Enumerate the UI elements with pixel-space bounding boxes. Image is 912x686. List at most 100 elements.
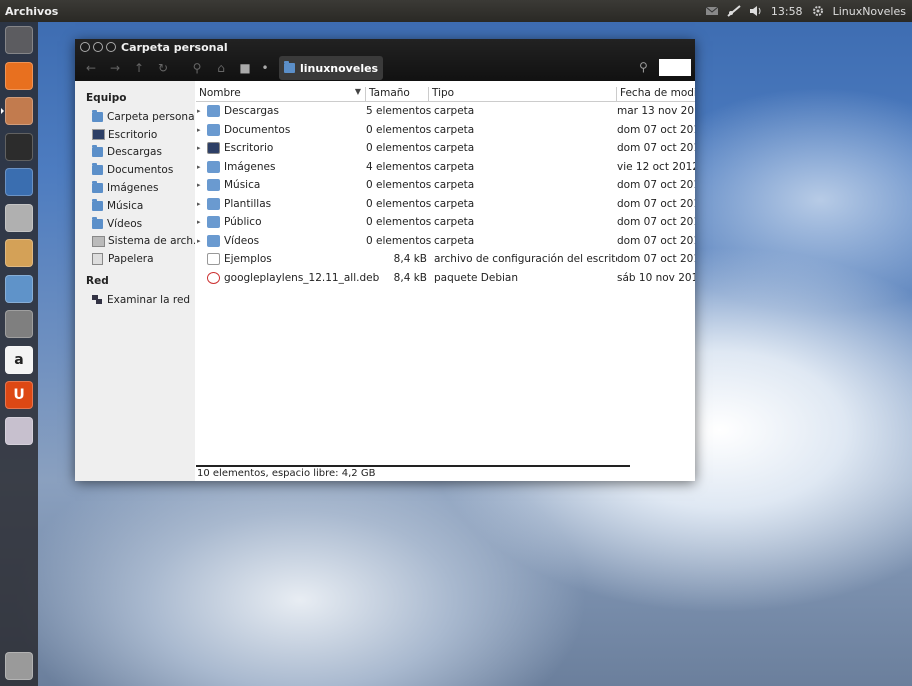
forward-arrow-icon[interactable]: → <box>107 60 123 76</box>
file-date: mar 13 nov 2012 <box>617 105 695 118</box>
file-size: 0 elementos <box>366 197 432 210</box>
file-size: 5 elementos <box>366 105 432 118</box>
file-type: carpeta <box>434 179 475 192</box>
title-bar[interactable]: Carpeta personal ← → ↑ ↻ ⚲ ⌂ ■ • linuxno… <box>75 39 695 81</box>
file-name: Escritorio <box>224 142 274 155</box>
terminal-icon[interactable] <box>5 132 33 161</box>
workspace-icon[interactable] <box>5 416 33 445</box>
sidebar-heading-red: Red <box>86 275 109 288</box>
sidebar-item-label: Examinar la red <box>107 294 191 307</box>
sidebar-item[interactable]: Papelera <box>75 250 195 268</box>
sidebar-item[interactable]: Música <box>75 197 195 215</box>
calculator-icon[interactable] <box>5 203 33 232</box>
expander-arrow-icon[interactable]: ▸ <box>197 200 205 208</box>
location-button[interactable]: linuxnoveles <box>279 56 384 80</box>
minimize-button[interactable] <box>93 42 103 52</box>
column-name[interactable]: Nombre ▼ <box>196 87 366 101</box>
file-name-cell: ▸ Plantillas <box>196 197 366 210</box>
expander-arrow-icon[interactable]: ▸ <box>197 237 205 245</box>
file-name: googleplaylens_12.11_all.deb <box>224 271 380 284</box>
file-size: 0 elementos <box>366 123 432 136</box>
bag-icon[interactable] <box>5 239 33 267</box>
sidebar-item[interactable]: Documentos <box>75 161 195 179</box>
clock[interactable]: 13:58 <box>771 5 803 18</box>
expander-arrow-icon[interactable]: ▸ <box>197 181 205 189</box>
file-row[interactable]: ▸ Plantillas 0 elementos carpeta dom 07 oct … <box>196 195 695 214</box>
column-date[interactable]: Fecha de modifi <box>617 87 695 101</box>
file-row[interactable]: ▸ Vídeos 0 elementoscarpeta dom 07 oct 2012 <box>196 232 695 251</box>
home-icon[interactable]: ⌂ <box>213 60 229 76</box>
gear-icon[interactable] <box>811 5 825 17</box>
file-row[interactable]: ▸ Documentos 0 elementos carpeta dom 07 oct … <box>196 121 695 140</box>
menu-dot-icon[interactable]: • <box>261 60 269 76</box>
app-menu-title[interactable]: Archivos <box>0 5 705 18</box>
sidebar-item-label: Música <box>107 199 144 212</box>
view-icon[interactable]: ■ <box>237 60 253 76</box>
column-type[interactable]: Tipo <box>429 87 617 101</box>
file-name: Plantillas <box>224 197 272 210</box>
sidebar-item-label: Sistema de arch... <box>108 235 195 248</box>
file-size: 4 elementos <box>366 160 432 173</box>
up-icon[interactable]: ↑ <box>131 60 147 76</box>
folder-icon <box>92 181 103 194</box>
file-date: dom 07 oct 2012 <box>617 197 695 210</box>
user-name[interactable]: LinuxNoveles <box>833 5 906 18</box>
sidebar-item-label: Documentos <box>107 164 174 177</box>
back-arrow-icon[interactable]: ← <box>83 60 99 76</box>
files-icon[interactable] <box>5 97 33 125</box>
file-name: Descargas <box>224 105 279 118</box>
file-date: dom 07 oct 2012 <box>617 216 695 229</box>
mail-icon[interactable] <box>705 5 719 17</box>
expander-arrow-icon[interactable]: ▸ <box>197 126 205 134</box>
close-button[interactable] <box>80 42 90 52</box>
file-row[interactable]: ▸ Público 0 elementoscarpeta dom 07 oct 201… <box>196 213 695 232</box>
folder-icon <box>207 123 220 136</box>
sidebar-item-label: Vídeos <box>107 217 143 230</box>
sidebar: Equipo Carpeta personal Escritorio Descarg… <box>75 81 195 481</box>
sidebar-item[interactable]: Vídeos <box>75 215 195 233</box>
sidebar-item[interactable]: Descargas <box>75 144 195 162</box>
file-row[interactable]: Ejemplos 8,4 kB archivo de configuración d… <box>196 250 695 269</box>
folder-home-icon <box>92 109 103 122</box>
file-row[interactable]: ▸ Imágenes 4 elementos carpeta vie 12 oct 20… <box>196 158 695 177</box>
file-row[interactable]: ▸ Música 0 elementoscarpeta dom 07 oct 2012 <box>196 176 695 195</box>
search-toggle-icon[interactable]: ⚲ <box>189 60 205 76</box>
search-input[interactable] <box>659 59 691 76</box>
file-row[interactable]: ▸ Escritorio 0 elementos carpeta dom 07 oct … <box>196 139 695 158</box>
text-editor-icon[interactable] <box>5 168 33 196</box>
cloud-icon[interactable] <box>5 274 33 303</box>
firefox-icon[interactable] <box>5 61 33 90</box>
folder-icon <box>92 163 103 176</box>
file-date: dom 07 oct 2012 <box>617 179 695 192</box>
expander-arrow-icon[interactable]: ▸ <box>197 218 205 226</box>
expander-arrow-icon[interactable]: ▸ <box>197 163 205 171</box>
file-date: dom 07 oct 2012 <box>617 253 695 266</box>
network-icon[interactable] <box>727 5 741 17</box>
ubuntu-logo-icon[interactable] <box>5 26 33 54</box>
maximize-button[interactable] <box>106 42 116 52</box>
sidebar-item[interactable]: Sistema de arch... <box>75 233 195 251</box>
folder-icon <box>207 160 220 173</box>
sidebar-item-label: Papelera <box>108 253 154 266</box>
toolbar: ← → ↑ ↻ ⚲ ⌂ ■ • linuxnoveles <box>75 55 695 81</box>
trash-icon[interactable] <box>5 652 33 680</box>
sidebar-item[interactable]: Escritorio <box>75 126 195 144</box>
file-type: carpeta <box>434 123 475 136</box>
sidebar-item[interactable]: Examinar la red <box>75 291 195 309</box>
file-row[interactable]: googleplaylens_12.11_all.deb 8,4 kB paquet… <box>196 269 695 288</box>
amazon-icon[interactable]: a <box>5 345 33 374</box>
expander-arrow-icon[interactable]: ▸ <box>197 144 205 152</box>
reload-icon[interactable]: ↻ <box>155 60 171 76</box>
search-icon[interactable]: ⚲ <box>639 60 653 74</box>
file-name-cell: ▸ Escritorio <box>196 142 366 155</box>
volume-icon[interactable] <box>749 5 763 17</box>
settings-icon[interactable] <box>5 310 33 338</box>
sidebar-item[interactable]: Carpeta personal <box>75 108 195 126</box>
folder-icon <box>92 145 103 158</box>
expander-arrow-icon[interactable]: ▸ <box>197 107 205 115</box>
file-row[interactable]: ▸ Descargas 5 elementos carpeta mar 13 nov 2… <box>196 102 695 121</box>
sidebar-item[interactable]: Imágenes <box>75 179 195 197</box>
ubuntu-one-icon[interactable]: U <box>5 381 33 409</box>
column-size[interactable]: Tamaño <box>366 87 429 101</box>
file-date: dom 07 oct 2012 <box>617 123 695 136</box>
